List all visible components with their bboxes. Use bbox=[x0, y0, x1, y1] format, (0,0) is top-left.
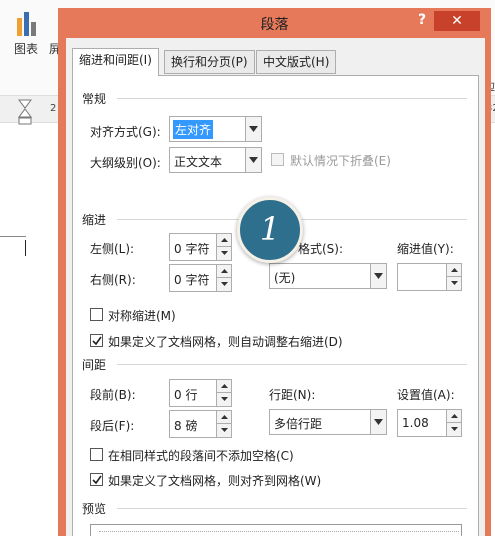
spacing-before-label: 段前(B): bbox=[90, 388, 136, 402]
chart-icon[interactable] bbox=[15, 10, 41, 36]
spacing-before-spinner[interactable]: 0 行 bbox=[169, 379, 232, 407]
spacing-after-label: 段后(F): bbox=[90, 419, 135, 433]
mirror-indent-checkbox[interactable] bbox=[90, 308, 103, 321]
indent-by-label: 缩进值(Y): bbox=[397, 242, 454, 256]
checkmark-icon bbox=[92, 475, 102, 485]
no-space-same-style-label: 在相同样式的段落间不添加空格(C) bbox=[108, 449, 294, 463]
spin-up-icon[interactable] bbox=[216, 411, 231, 424]
spacing-after-spinner[interactable]: 8 磅 bbox=[169, 410, 232, 438]
section-spacing-title: 间距 bbox=[82, 358, 107, 372]
indent-right-value: 0 字符 bbox=[174, 273, 210, 287]
chevron-down-icon[interactable] bbox=[370, 410, 386, 434]
no-space-same-style-checkbox[interactable] bbox=[90, 448, 103, 461]
chevron-down-icon[interactable] bbox=[370, 264, 386, 288]
paragraph-dialog: 段落 ? ✕ 缩进和间距(I) 换行和分页(P) 中文版式(H) 常规 对齐方式… bbox=[58, 8, 491, 536]
alignment-label: 对齐方式(G): bbox=[90, 125, 161, 139]
special-indent-value: (无) bbox=[274, 271, 296, 285]
line-spacing-label: 行距(N): bbox=[269, 388, 316, 402]
checkmark-icon bbox=[92, 336, 102, 346]
outline-level-value: 正文文本 bbox=[174, 155, 223, 169]
chevron-down-icon[interactable] bbox=[245, 117, 261, 141]
dialog-client: 缩进和间距(I) 换行和分页(P) 中文版式(H) 常规 对齐方式(G): 左对… bbox=[66, 38, 485, 536]
auto-adjust-indent-checkbox[interactable] bbox=[90, 334, 103, 347]
indent-by-spinner[interactable] bbox=[397, 263, 462, 291]
spin-up-icon[interactable] bbox=[446, 410, 461, 423]
page-margin-mark bbox=[0, 236, 26, 237]
spin-down-icon[interactable] bbox=[446, 277, 461, 290]
spin-up-icon[interactable] bbox=[216, 380, 231, 393]
indent-marker-icon[interactable] bbox=[18, 99, 32, 125]
close-button[interactable]: ✕ bbox=[434, 11, 480, 31]
tab-panel: 常规 对齐方式(G): 左对齐 大纲级别(O): 正文文本 默认情况下折叠(E)… bbox=[72, 75, 479, 536]
snap-to-grid-label: 如果定义了文档网格，则对齐到网格(W) bbox=[108, 474, 322, 488]
ribbon-chart-label[interactable]: 图表 bbox=[14, 40, 38, 57]
preview-text-lines bbox=[99, 531, 459, 533]
step-number-badge: 1 bbox=[237, 197, 303, 263]
line-spacing-select[interactable]: 多倍行距 bbox=[269, 409, 387, 435]
divider bbox=[117, 98, 467, 99]
spacing-before-value: 0 行 bbox=[174, 388, 198, 402]
chevron-down-icon[interactable] bbox=[245, 148, 261, 172]
text-cursor bbox=[25, 240, 26, 256]
indent-left-label: 左侧(L): bbox=[90, 242, 135, 256]
line-spacing-value: 多倍行距 bbox=[274, 417, 323, 431]
mirror-indent-label: 对称缩进(M) bbox=[108, 309, 176, 323]
indent-right-spinner[interactable]: 0 字符 bbox=[169, 264, 232, 292]
section-preview-title: 预览 bbox=[82, 502, 107, 516]
spin-down-icon[interactable] bbox=[216, 247, 231, 260]
special-indent-select[interactable]: (无) bbox=[269, 263, 387, 289]
spacing-at-value: 1.08 bbox=[402, 416, 429, 430]
tab-line-page-breaks[interactable]: 换行和分页(P) bbox=[164, 50, 255, 74]
auto-adjust-indent-label: 如果定义了文档网格，则自动调整右缩进(D) bbox=[108, 335, 343, 349]
alignment-value: 左对齐 bbox=[173, 120, 214, 139]
section-general-title: 常规 bbox=[82, 92, 107, 106]
tab-indent-spacing[interactable]: 缩进和间距(I) bbox=[72, 48, 159, 76]
spin-up-icon[interactable] bbox=[216, 234, 231, 247]
snap-to-grid-checkbox[interactable] bbox=[90, 473, 103, 486]
divider bbox=[117, 508, 467, 509]
outline-level-label: 大纲级别(O): bbox=[90, 156, 161, 170]
collapse-default-checkbox[interactable] bbox=[271, 153, 284, 166]
spin-down-icon[interactable] bbox=[216, 393, 231, 406]
spin-down-icon[interactable] bbox=[216, 424, 231, 437]
section-indent-title: 缩进 bbox=[82, 213, 107, 227]
indent-left-value: 0 字符 bbox=[174, 242, 210, 256]
ruler-number: 2 bbox=[50, 103, 57, 114]
spin-up-icon[interactable] bbox=[446, 264, 461, 277]
outline-level-select[interactable]: 正文文本 bbox=[169, 147, 262, 173]
alignment-select[interactable]: 左对齐 bbox=[169, 116, 262, 142]
divider bbox=[117, 364, 467, 365]
collapse-default-label: 默认情况下折叠(E) bbox=[290, 154, 391, 168]
spin-down-icon[interactable] bbox=[446, 423, 461, 436]
spin-down-icon[interactable] bbox=[216, 278, 231, 291]
dialog-titlebar[interactable]: 段落 ? ✕ bbox=[58, 8, 491, 36]
help-button[interactable]: ? bbox=[414, 12, 430, 30]
spacing-at-spinner[interactable]: 1.08 bbox=[397, 409, 462, 437]
tab-asian-typography[interactable]: 中文版式(H) bbox=[256, 50, 337, 74]
spacing-after-value: 8 磅 bbox=[174, 419, 198, 433]
spin-up-icon[interactable] bbox=[216, 265, 231, 278]
indent-right-label: 右侧(R): bbox=[90, 273, 136, 287]
spacing-at-label: 设置值(A): bbox=[397, 388, 455, 402]
special-indent-label: 格式(S): bbox=[298, 242, 344, 256]
indent-left-spinner[interactable]: 0 字符 bbox=[169, 233, 232, 261]
preview-pane bbox=[90, 524, 462, 536]
